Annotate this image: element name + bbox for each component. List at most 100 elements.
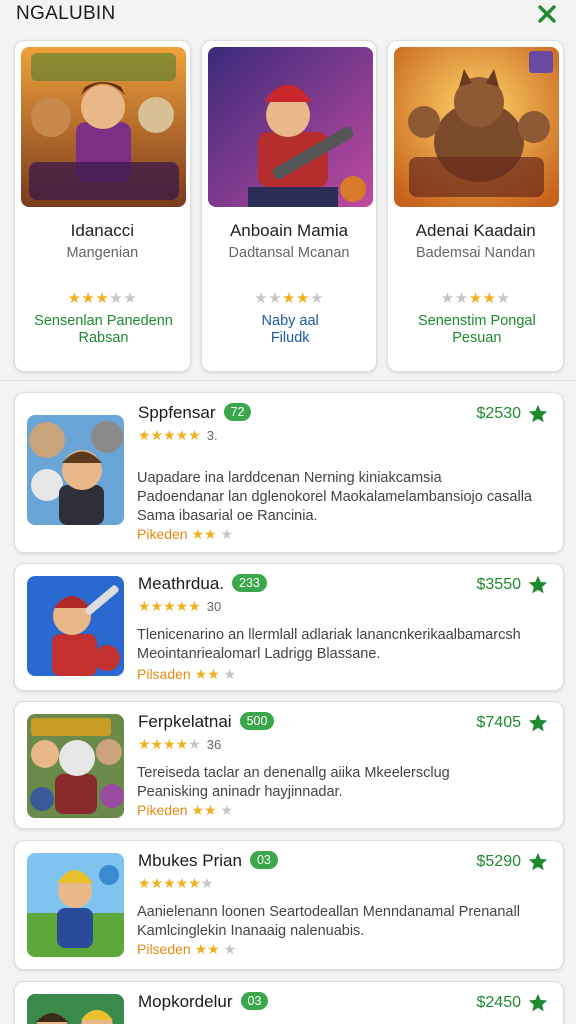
featured-tag-line: Rabsan: [78, 330, 129, 346]
star-icon: [528, 404, 548, 423]
star-icon: ★★★: [67, 290, 110, 307]
star-icon: [528, 993, 548, 1012]
featured-card-2[interactable]: Anboain Mamia Dadtansal Mcanan ★★★★★ Nab…: [200, 40, 378, 372]
list-item-price: $5290: [476, 853, 522, 870]
featured-tag: Naby aal Filudk: [210, 313, 371, 347]
featured-tag-line: Sensenlan Panedenn: [34, 313, 173, 329]
star-empty-icon: ★★: [109, 290, 138, 307]
featured-tag-line: Filudk: [270, 330, 310, 346]
favorite-button[interactable]: [527, 712, 549, 734]
picked-text: Pilsaden: [137, 666, 191, 682]
featured-tag-line: Pesuan: [452, 330, 502, 346]
star-empty-icon: ★★: [440, 290, 469, 307]
featured-tag: Sensenlan Panedenn Rabsan: [23, 313, 184, 347]
featured-subtitle: Mangenian: [66, 245, 139, 261]
favorite-button[interactable]: [527, 574, 549, 596]
star-icon: [528, 575, 548, 594]
list-item-badge: 500: [239, 712, 275, 730]
picked-text: Pikeden: [137, 802, 188, 818]
list-item-thumbnail: [27, 576, 124, 676]
list-item[interactable]: Ferpkelatnai 500 ★★★★★ 36 Tereiseda taclar…: [14, 701, 564, 829]
rating-count: 30: [206, 599, 222, 614]
list-item[interactable]: Meathrdua. 233 ★★★★★ 30 Tlenicenarino an l…: [14, 563, 564, 691]
favorite-button[interactable]: [527, 851, 549, 873]
star-empty-icon: ★★: [254, 290, 283, 307]
featured-card-3[interactable]: Adenai Kaadain Bademsai Nandan ★★★★★ Sen…: [387, 40, 565, 372]
favorite-button[interactable]: [527, 403, 549, 425]
list-item-title: Mopkordelur 03: [138, 992, 269, 1012]
description-line: Tlenicenarino an llermlall adlariak lana…: [137, 627, 521, 643]
star-empty-icon: ★: [223, 941, 237, 957]
list-item-badge: 03: [249, 851, 278, 869]
star-icon: ★★: [194, 666, 220, 682]
close-icon: [538, 5, 556, 23]
picked-label: Pilsaden ★★ ★: [137, 666, 236, 683]
rating-count: 3.: [206, 428, 218, 443]
list-item-thumbnail: [27, 994, 124, 1024]
list-item-title-text: Meathrdua.: [138, 574, 224, 593]
description-line: Peanisking aninadr hayjinnadar.: [137, 784, 343, 800]
description-line: Sama ibasarial oe Rancinia.: [137, 508, 318, 524]
description-line: Meointanriealomarl Ladrigg Blassane.: [137, 646, 381, 662]
list-item-price: $3550: [476, 576, 522, 593]
featured-thumbnail-1: [21, 47, 186, 207]
list-item-thumbnail: [27, 714, 124, 818]
featured-thumbnail-3: [394, 47, 560, 207]
featured-subtitle: Bademsai Nandan: [416, 245, 536, 261]
star-empty-icon: ★: [220, 802, 234, 818]
star-icon: [528, 713, 548, 732]
star-icon: ★★★★: [138, 736, 189, 752]
star-empty-icon: ★: [200, 875, 214, 891]
star-icon: ★★★★★: [138, 598, 201, 614]
list-item-rating: ★★★★★ 30: [138, 598, 221, 615]
list-item-thumbnail: [27, 415, 124, 525]
star-icon: ★★★★★: [138, 427, 201, 443]
description-line: Padoendanar lan dglenokorel Maokalamelam…: [137, 489, 532, 505]
featured-tag-line: Senenstim Pongal: [418, 313, 536, 329]
list-item-rating: ★★★★★ 36: [138, 736, 221, 753]
list-item-title-text: Sppfensar: [138, 403, 216, 422]
list-item-title: Meathrdua. 233: [138, 574, 267, 594]
star-icon: ★★: [194, 941, 220, 957]
description-line: Kamlcinglekin Inanaaig nalenuabis.: [137, 923, 365, 939]
list-item-description: Aanielenann loonen Seartodeallan Menndan…: [137, 903, 547, 941]
star-icon: ★★: [191, 802, 217, 818]
list-item-price: $2530: [476, 405, 522, 422]
star-empty-icon: ★: [220, 526, 234, 542]
featured-tag-line: Naby aal: [261, 313, 319, 329]
list-item[interactable]: Sppfensar 72 ★★★★★ 3. Uapadare ina larddce…: [14, 392, 564, 553]
list-item-description: Uapadare ina larddcenan Nerning kiniakca…: [137, 469, 547, 526]
picked-text: Pilseden: [137, 941, 191, 957]
favorite-button[interactable]: [527, 992, 549, 1014]
list-item-title: Sppfensar 72: [138, 403, 252, 423]
section-divider: [0, 380, 576, 381]
featured-tag: Senenstim Pongal Pesuan: [396, 313, 557, 347]
star-icon: [528, 852, 548, 871]
close-button[interactable]: [534, 2, 560, 26]
list-item-title: Ferpkelatnai 500: [138, 712, 275, 732]
featured-row: Idanacci Mangenian ★★★★★ Sensenlan Paned…: [14, 40, 565, 372]
featured-rating: ★★★★★: [15, 289, 190, 307]
picked-label: Pikeden ★★ ★: [137, 802, 233, 819]
list-item[interactable]: Mopkordelur 03 $2450: [14, 981, 564, 1024]
list-item-thumbnail: [27, 853, 124, 957]
list-item-title-text: Ferpkelatnai: [138, 712, 232, 731]
featured-subtitle: Dadtansal Mcanan: [228, 245, 350, 261]
description-line: Uapadare ina larddcenan Nerning kiniakca…: [137, 470, 442, 486]
list-item[interactable]: Mbukes Prian 03 ★★★★★★ Aanielenann loonen…: [14, 840, 564, 970]
list-item-title-text: Mbukes Prian: [138, 851, 242, 870]
star-empty-icon: ★: [496, 290, 511, 307]
list-item-description: Tereiseda taclar an denenallg aiika Mkee…: [137, 764, 547, 802]
featured-thumbnail-2: [207, 47, 373, 207]
picked-text: Pikeden: [137, 526, 188, 542]
list-item-description: Tlenicenarino an llermlall adlariak lana…: [137, 626, 547, 664]
description-line: Aanielenann loonen Seartodeallan Menndan…: [137, 904, 520, 920]
star-icon: ★★: [191, 526, 217, 542]
list-item-rating: ★★★★★★: [138, 875, 213, 892]
description-line: Tereiseda taclar an denenallg aiika Mkee…: [137, 765, 450, 781]
list-item-rating: ★★★★★ 3.: [138, 427, 218, 444]
featured-card-1[interactable]: Idanacci Mangenian ★★★★★ Sensenlan Paned…: [14, 40, 191, 372]
picked-label: Pikeden ★★ ★: [137, 526, 233, 543]
star-empty-icon: ★: [188, 736, 201, 752]
list-item-price: $7405: [476, 714, 522, 731]
